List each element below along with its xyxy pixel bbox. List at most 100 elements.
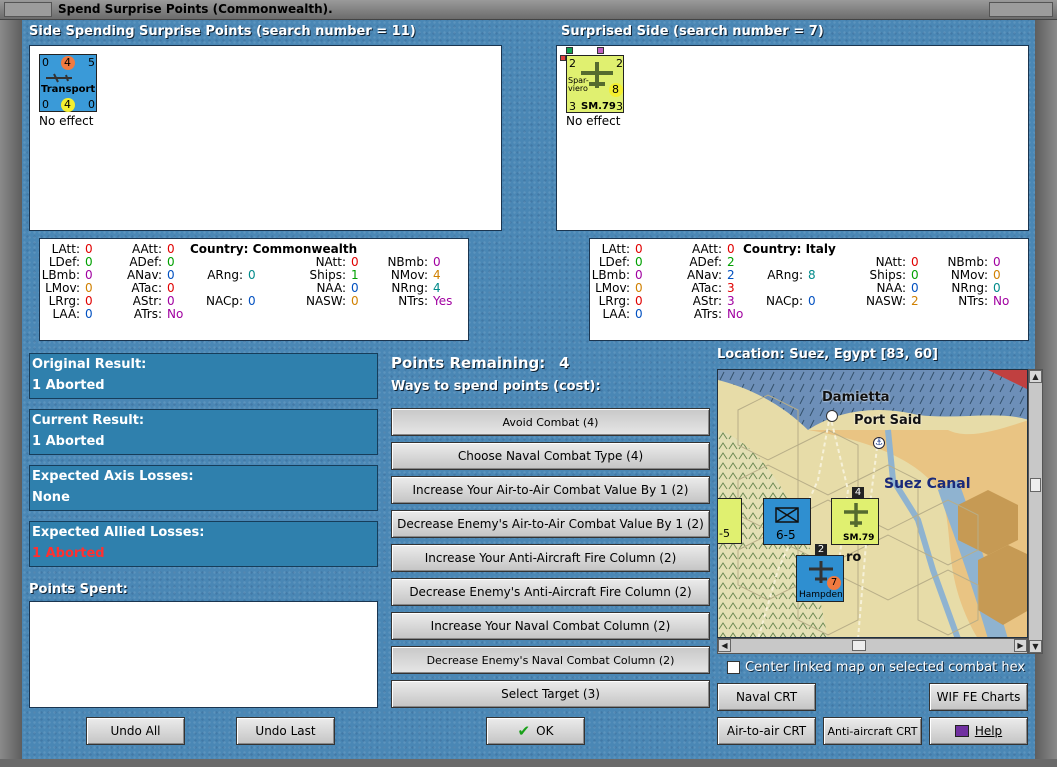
option-choose-naval-combat-type[interactable]: Choose Naval Combat Type (4): [391, 442, 710, 470]
stat-label: LBmb:: [41, 268, 80, 282]
stat-atrs: No: [167, 307, 184, 321]
center-map-label: Center linked map on selected combat hex: [745, 660, 1026, 675]
center-map-checkbox[interactable]: [727, 661, 740, 674]
vertical-scroll-thumb[interactable]: [1030, 478, 1041, 492]
wif-fe-charts-button[interactable]: WIF FE Charts: [929, 683, 1028, 711]
map-vertical-scrollbar[interactable]: ▲ ▼: [1028, 369, 1043, 654]
stat-ntrs: No: [993, 294, 1010, 308]
undo-all-button[interactable]: Undo All: [86, 717, 185, 745]
counter-subtitle: Spar-viero: [568, 76, 589, 93]
naval-crt-button[interactable]: Naval CRT: [717, 683, 816, 711]
stat-label: NACp:: [205, 294, 243, 308]
help-button[interactable]: Help: [929, 717, 1028, 745]
counter-value: 3: [616, 100, 623, 113]
stat-nmov: 4: [433, 268, 441, 282]
option-increase-naval-combat[interactable]: Increase Your Naval Combat Column (2): [391, 612, 710, 640]
counter-value: 0: [42, 98, 49, 111]
stat-aatt: 0: [167, 242, 175, 256]
stack-count: 2: [815, 544, 827, 556]
title-bar[interactable]: Spend Surprise Points (Commonwealth).: [0, 0, 1057, 20]
option-increase-anti-aircraft[interactable]: Increase Your Anti-Aircraft Fire Column …: [391, 544, 710, 572]
allied-losses-box: Expected Allied Losses: 1 Aborted: [29, 521, 378, 567]
anti-aircraft-crt-button[interactable]: Anti-aircraft CRT: [823, 717, 922, 745]
window-controls[interactable]: [989, 2, 1053, 17]
map-hampden-counter[interactable]: 2 7 Hampden: [796, 544, 844, 602]
option-decrease-enemy-naval-combat[interactable]: Decrease Enemy's Naval Combat Column (2): [391, 646, 710, 674]
counter-value: 7: [827, 576, 841, 590]
location-label: Location: Suez, Egypt [83, 60]: [717, 347, 938, 362]
stat-label: NAtt:: [315, 255, 346, 269]
hex-map[interactable]: Damietta Port Said ⚓ Suez Canal -5 6-5 4…: [717, 369, 1028, 638]
country-label: Country: Commonwealth: [190, 242, 358, 256]
stat-lrrg: 0: [635, 294, 643, 308]
counter-name: SM.79: [843, 533, 875, 543]
stat-naa: 0: [351, 281, 359, 295]
map-infantry-counter[interactable]: 6-5: [763, 498, 811, 545]
current-result-value: 1 Aborted: [32, 434, 105, 449]
horizontal-scroll-thumb[interactable]: [852, 640, 866, 651]
map-label-damietta: Damietta: [822, 390, 890, 405]
map-unit-partial[interactable]: -5: [718, 498, 742, 544]
stat-label: NTrs:: [958, 294, 988, 308]
stat-label: LBmb:: [591, 268, 630, 282]
points-spent-list[interactable]: [29, 601, 378, 708]
stat-nbmb: 0: [993, 255, 1001, 269]
scroll-down-arrow-icon[interactable]: ▼: [1029, 640, 1042, 653]
option-decrease-enemy-air-to-air[interactable]: Decrease Enemy's Air-to-Air Combat Value…: [391, 510, 710, 538]
stat-lbmb: 0: [635, 268, 643, 282]
dialog-window: Spend Surprise Points (Commonwealth). Si…: [0, 0, 1057, 767]
stat-atac: 3: [727, 281, 735, 295]
stat-nasw: 0: [351, 294, 359, 308]
stat-label: LRrg:: [598, 294, 630, 308]
stat-label: NAtt:: [875, 255, 906, 269]
scroll-left-arrow-icon[interactable]: ◀: [718, 639, 731, 652]
stat-label: Ships:: [309, 268, 346, 282]
option-avoid-combat[interactable]: Avoid Combat (4): [391, 408, 710, 436]
stat-label: ANav:: [686, 268, 722, 282]
stat-adef: 2: [727, 255, 735, 269]
transport-counter[interactable]: 0 4 5 Transport 0 4 0: [39, 54, 97, 112]
current-result-box: Current Result: 1 Aborted: [29, 409, 378, 455]
air-to-air-crt-button[interactable]: Air-to-air CRT: [717, 717, 816, 745]
stat-label: NRng:: [951, 281, 988, 295]
ok-button[interactable]: ✔ OK: [486, 717, 585, 745]
stat-nbmb: 0: [433, 255, 441, 269]
points-spent-label: Points Spent:: [29, 582, 128, 597]
counter-value: 0: [88, 98, 95, 111]
stat-label: LMov:: [595, 281, 630, 295]
spending-units-panel: 0 4 5 Transport 0 4 0 No effect: [29, 45, 502, 231]
option-select-target[interactable]: Select Target (3): [391, 680, 710, 708]
country-label: Country: Italy: [743, 242, 836, 256]
map-horizontal-scrollbar[interactable]: ◀ ▶: [717, 638, 1028, 654]
spending-side-header: Side Spending Surprise Points (search nu…: [29, 24, 416, 39]
stat-latt: 0: [635, 242, 643, 256]
scroll-right-arrow-icon[interactable]: ▶: [1014, 639, 1027, 652]
window-title: Spend Surprise Points (Commonwealth).: [58, 2, 333, 16]
undo-last-button[interactable]: Undo Last: [236, 717, 335, 745]
stat-label: NAA:: [876, 281, 906, 295]
counter-value: 2: [616, 57, 623, 70]
window-menu-icon[interactable]: [4, 2, 52, 17]
stat-label: AStr:: [132, 294, 162, 308]
stat-lmov: 0: [85, 281, 93, 295]
option-increase-air-to-air[interactable]: Increase Your Air-to-Air Combat Value By…: [391, 476, 710, 504]
option-decrease-enemy-anti-aircraft[interactable]: Decrease Enemy's Anti-Aircraft Fire Colu…: [391, 578, 710, 606]
map-sm79-counter[interactable]: 4 SM.79: [831, 487, 879, 545]
stat-nmov: 0: [993, 268, 1001, 282]
stat-astr: 3: [727, 294, 735, 308]
stat-label: NASW:: [305, 294, 346, 308]
stat-label: NAA:: [316, 281, 346, 295]
stat-natt: 0: [911, 255, 919, 269]
stat-atac: 0: [167, 281, 175, 295]
stat-label: ADef:: [129, 255, 162, 269]
stat-label: AAtt:: [692, 242, 722, 256]
stat-ntrs: Yes: [433, 294, 453, 308]
surprised-side-header: Surprised Side (search number = 7): [561, 24, 824, 39]
stat-adef: 0: [167, 255, 175, 269]
counter-value: 4: [64, 98, 71, 111]
stat-label: ARng:: [207, 268, 243, 282]
stat-label: LAA:: [52, 307, 80, 321]
sm79-counter[interactable]: 2 2 Spar-viero 8 3 SM.79 3: [566, 55, 624, 113]
stat-naa: 0: [911, 281, 919, 295]
scroll-up-arrow-icon[interactable]: ▲: [1029, 370, 1042, 383]
